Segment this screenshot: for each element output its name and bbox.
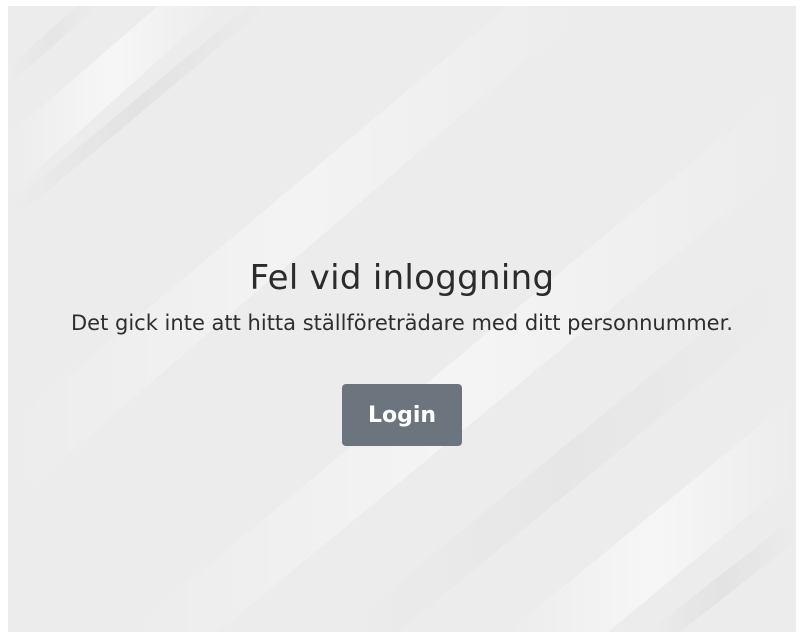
login-button[interactable]: Login	[342, 384, 462, 446]
error-panel: Fel vid inloggning Det gick inte att hit…	[8, 256, 796, 446]
page-background: Fel vid inloggning Det gick inte att hit…	[8, 6, 796, 632]
error-message: Det gick inte att hitta ställföreträdare…	[71, 311, 733, 335]
error-title: Fel vid inloggning	[249, 258, 555, 298]
